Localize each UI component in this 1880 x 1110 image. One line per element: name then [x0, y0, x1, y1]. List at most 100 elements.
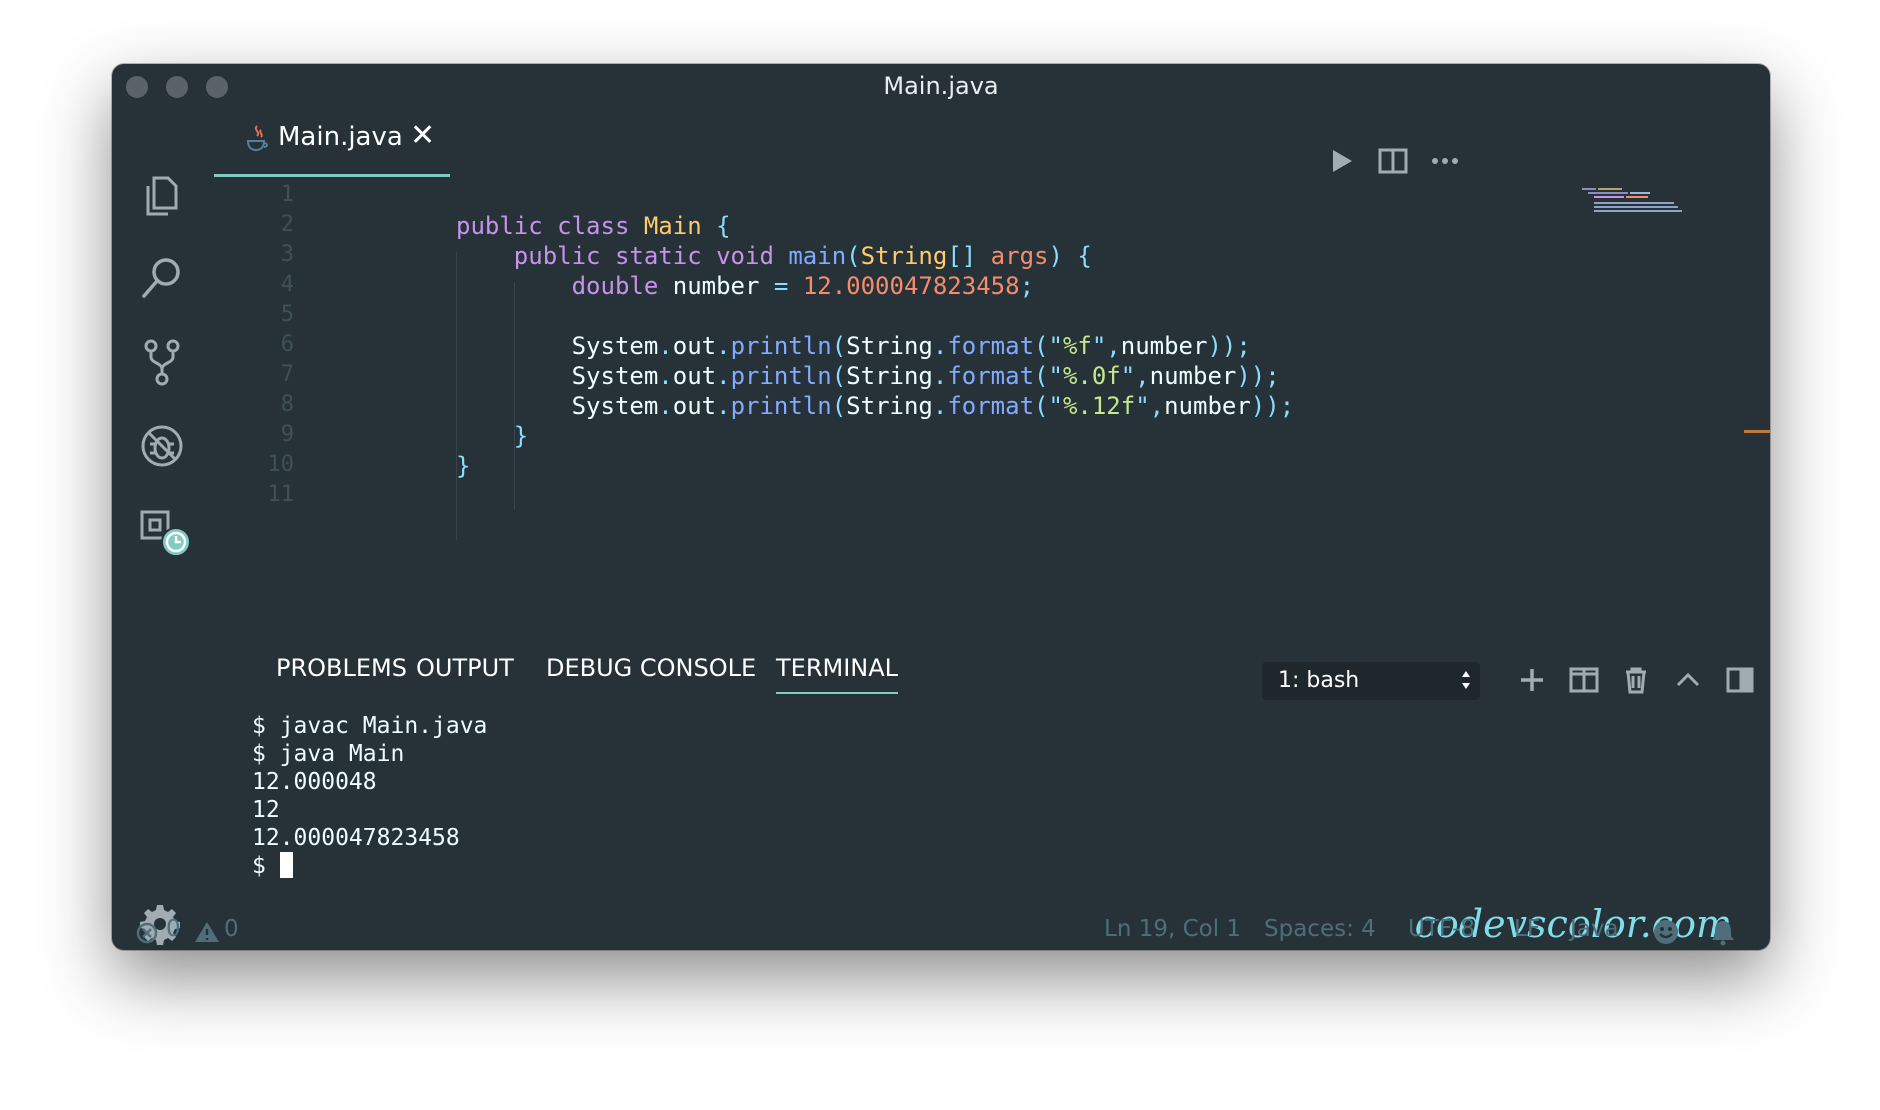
code-token: ));	[1250, 392, 1295, 420]
line-ending[interactable]: LF	[1514, 916, 1540, 942]
encoding[interactable]: UTF-8	[1408, 916, 1475, 942]
code-editor[interactable]: 1 2 public class Main {3 public static voi…	[214, 180, 1714, 640]
code-token: %.12f	[1062, 392, 1136, 420]
terminal-line: $ javac Main.java	[252, 713, 488, 739]
code-token: ("	[1034, 362, 1063, 390]
code-token: .	[658, 362, 673, 390]
code-token: .	[658, 332, 673, 360]
code-token: ("	[1034, 392, 1063, 420]
language-mode[interactable]: Java	[1570, 916, 1619, 942]
code-text: System.out.println(String.format("%f",nu…	[456, 332, 1251, 360]
code-token: static	[614, 242, 717, 270]
line-number: 6	[280, 332, 294, 357]
code-token: ;	[1019, 272, 1035, 300]
debug-button[interactable]	[138, 422, 186, 470]
code-token: ",	[1091, 332, 1121, 360]
code-token: number	[1149, 362, 1237, 390]
tab-output[interactable]: OUTPUT	[416, 654, 514, 682]
code-token: format	[947, 392, 1035, 420]
code-token: class	[557, 212, 644, 240]
title-bar: Main.java	[112, 64, 1770, 108]
code-token: out	[672, 392, 717, 420]
code-token: .	[716, 392, 731, 420]
code-text: }	[456, 422, 528, 450]
line-number: 1	[280, 182, 294, 207]
extensions-button[interactable]	[138, 504, 194, 560]
code-text: public class Main {	[456, 212, 731, 240]
code-token: ) {	[1048, 242, 1092, 270]
tab-label: Main.java	[278, 122, 403, 152]
scrollbar-marker	[1744, 430, 1770, 433]
code-text: System.out.println(String.format("%.12f"…	[456, 392, 1295, 420]
split-editor-icon[interactable]	[1376, 144, 1410, 178]
code-token: ));	[1207, 332, 1251, 360]
code-token: }	[456, 452, 471, 480]
line-number: 7	[280, 362, 294, 387]
tab-terminal[interactable]: TERMINAL	[776, 654, 899, 694]
editor-window: Main.java Main.java ✕ 1 2 public class M…	[112, 64, 1770, 950]
status-bar: 0 0 Ln 19, Col 1 Spaces: 4 UTF-8 LF Java	[112, 910, 1770, 950]
tab-problems[interactable]: PROBLEMS	[276, 654, 407, 682]
terminal-line: 12	[252, 797, 280, 823]
code-token: %f	[1062, 332, 1092, 360]
code-token: args	[990, 242, 1049, 270]
trash-icon[interactable]	[1620, 664, 1652, 696]
explorer-button[interactable]	[138, 172, 186, 220]
search-button[interactable]	[138, 254, 186, 302]
error-count[interactable]: 0	[166, 916, 181, 942]
tab-main-java[interactable]: Main.java ✕	[214, 108, 450, 177]
code-token: System	[456, 362, 659, 390]
code-text: }	[456, 452, 470, 480]
code-token: println	[730, 332, 832, 360]
code-text: System.out.println(String.format("%.0f",…	[456, 362, 1280, 390]
new-terminal-icon[interactable]	[1516, 664, 1548, 696]
terminal-prompt-line: $	[252, 852, 1152, 880]
split-terminal-icon[interactable]	[1568, 664, 1600, 696]
line-number: 3	[280, 242, 294, 267]
code-token: System	[456, 392, 659, 420]
activity-bar	[112, 108, 212, 910]
more-actions-icon[interactable]	[1428, 144, 1462, 178]
code-token: ));	[1236, 362, 1280, 390]
maximize-panel-icon[interactable]	[1724, 664, 1756, 696]
code-token: number	[1164, 392, 1251, 420]
line-number: 10	[267, 452, 295, 477]
code-token: .	[716, 362, 731, 390]
code-token: format	[947, 362, 1035, 390]
code-token: out	[672, 362, 717, 390]
tab-close-button[interactable]: ✕	[410, 118, 435, 153]
terminal-select[interactable]: 1: bash	[1262, 662, 1480, 700]
code-token: number	[1120, 332, 1208, 360]
terminal[interactable]: $ javac Main.java $ java Main 12.000048 …	[252, 712, 1152, 880]
code-token: public	[456, 212, 558, 240]
smiley-icon[interactable]	[1652, 918, 1680, 946]
run-icon[interactable]	[1324, 144, 1358, 178]
code-token: public	[456, 242, 615, 270]
code-token: out	[672, 332, 717, 360]
warning-count[interactable]: 0	[224, 916, 239, 942]
chevron-up-icon[interactable]	[1672, 664, 1704, 696]
warning-icon[interactable]	[194, 920, 220, 944]
cursor-position[interactable]: Ln 19, Col 1	[1104, 916, 1241, 942]
error-icon[interactable]	[136, 922, 158, 944]
source-control-button[interactable]	[138, 338, 186, 386]
window-title: Main.java	[883, 72, 999, 100]
code-token: }	[456, 422, 529, 450]
code-token: .	[932, 362, 948, 390]
code-token: {	[716, 212, 731, 240]
minimap[interactable]	[1576, 184, 1696, 224]
java-icon	[246, 125, 268, 152]
bell-icon[interactable]	[1710, 918, 1736, 946]
panel-header: PROBLEMS OUTPUT DEBUG CONSOLE TERMINAL 1…	[214, 640, 1770, 702]
tab-debug-console[interactable]: DEBUG CONSOLE	[546, 654, 756, 682]
code-token: number	[672, 272, 774, 300]
code-token: double	[456, 272, 673, 300]
code-token: .	[932, 332, 948, 360]
line-number: 5	[280, 302, 294, 327]
indentation[interactable]: Spaces: 4	[1264, 916, 1376, 942]
code-token: void	[716, 242, 789, 270]
code-token: println	[730, 392, 832, 420]
code-token: (	[846, 242, 861, 270]
code-token: %.0f	[1062, 362, 1121, 390]
editor-tabs: Main.java ✕	[214, 108, 1770, 177]
